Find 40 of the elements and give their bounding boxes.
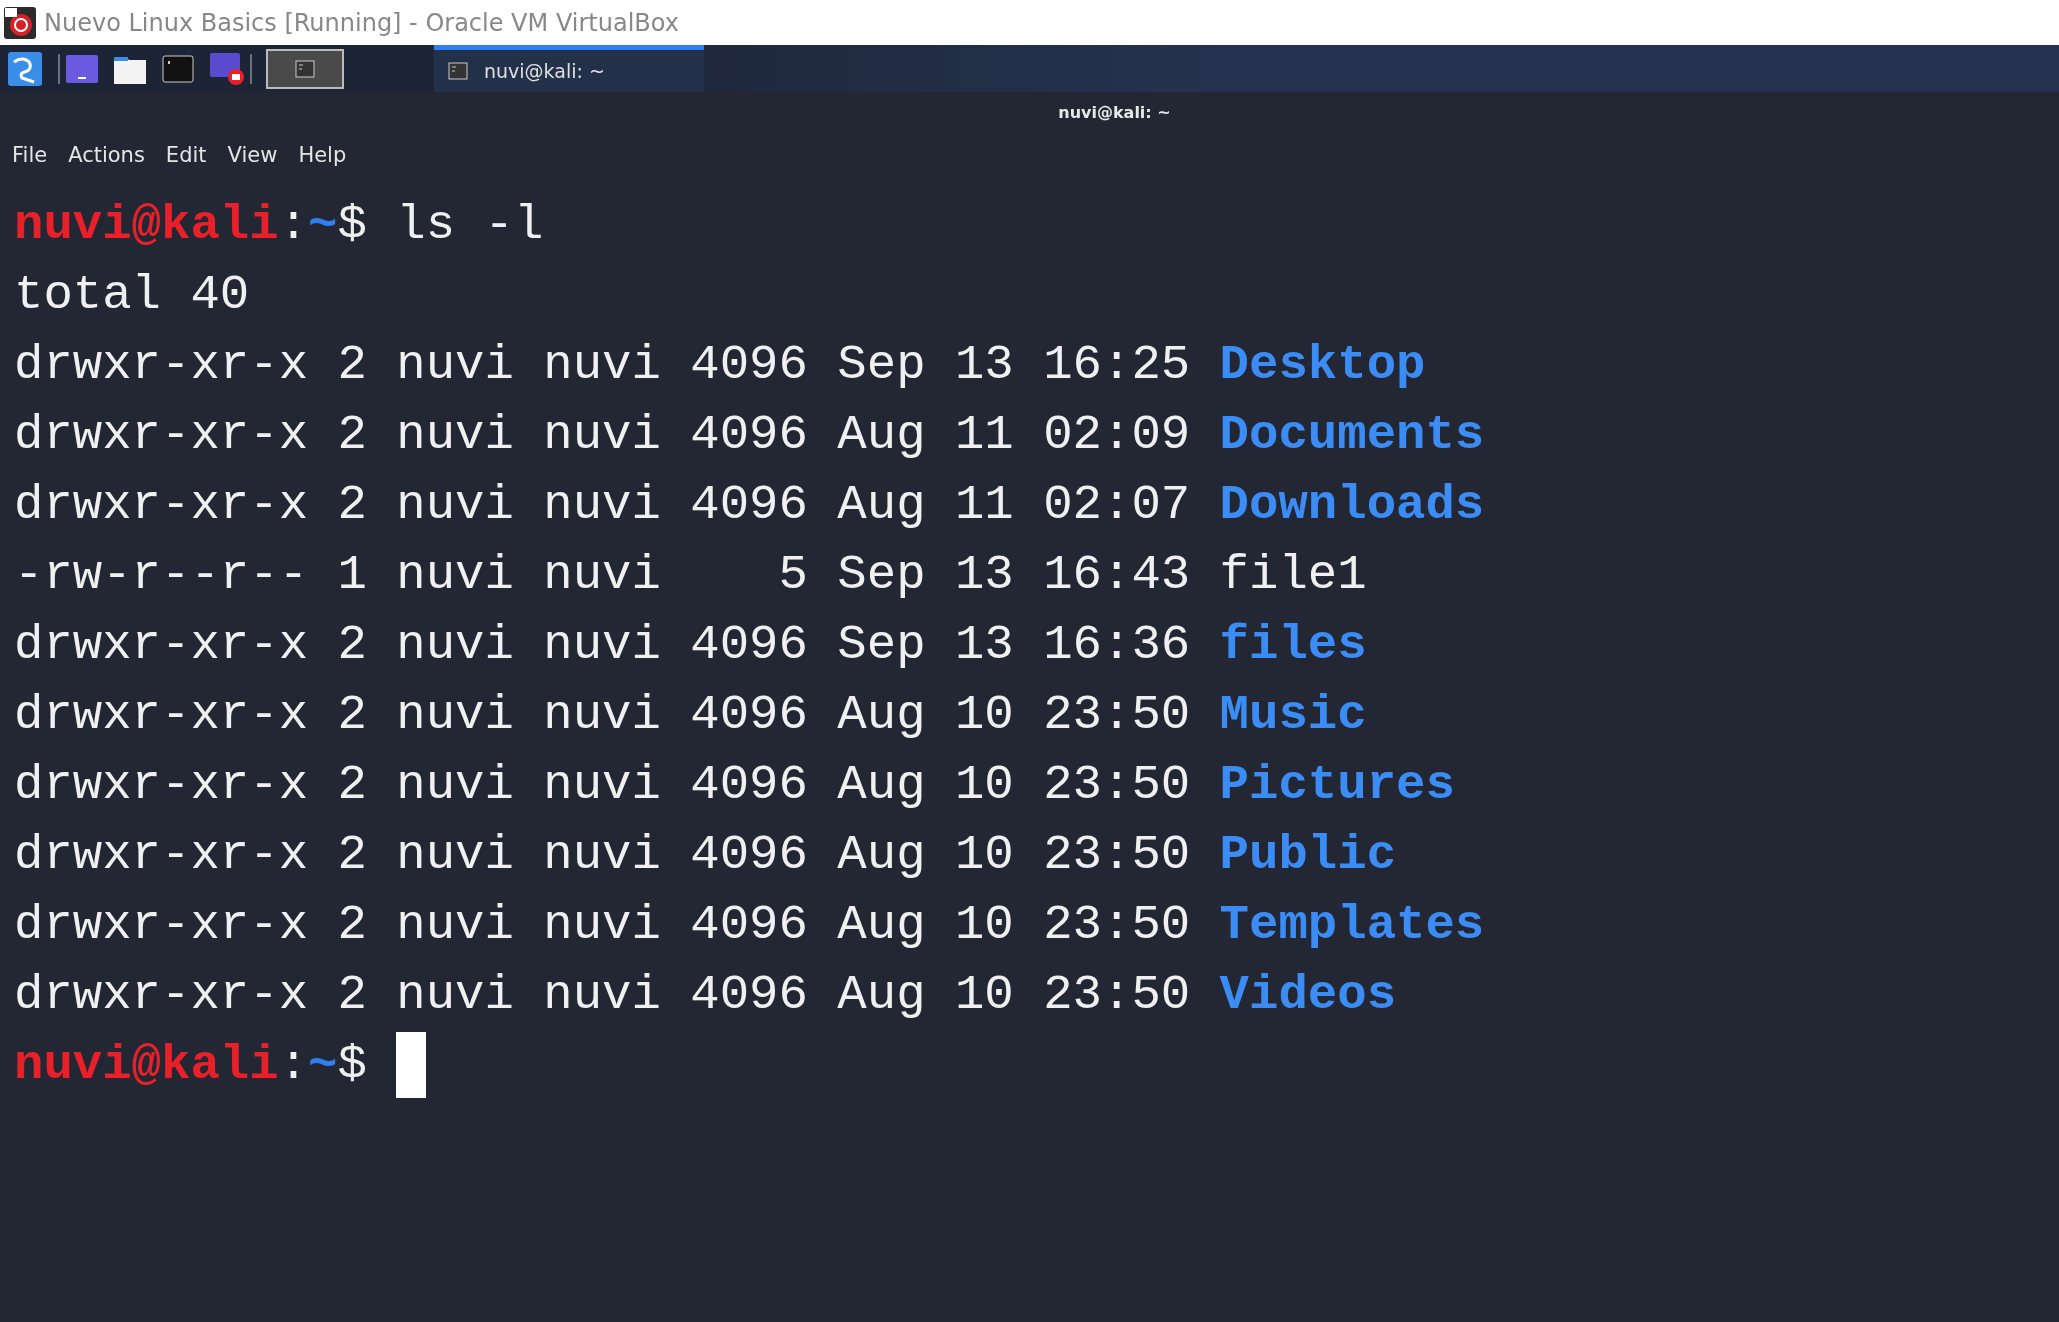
command-text: ls -l	[396, 195, 544, 255]
terminal-title: nuvi@kali: ~	[1058, 102, 1171, 124]
app-logo-icon	[4, 6, 36, 39]
menu-item[interactable]: Edit	[157, 140, 220, 172]
directory-name: Pictures	[1219, 755, 1455, 815]
prompt-text: nuvi@kali:~$	[14, 195, 367, 255]
terminal-icon[interactable]	[162, 54, 194, 83]
file-info-text: -rw-r--r-- 1 nuvi nuvi 5 Sep 13 16:43	[14, 545, 1191, 605]
task-button[interactable]: nuvi@kali: ~	[434, 45, 704, 92]
directory-name: Music	[1219, 685, 1367, 745]
terminal-icon	[448, 62, 468, 80]
directory-name: Documents	[1219, 405, 1485, 465]
directory-name: Public	[1219, 825, 1397, 885]
output-text: total 40	[14, 265, 250, 325]
directory-name: Templates	[1219, 895, 1485, 955]
file-info-text: drwxr-xr-x 2 nuvi nuvi 4096 Sep 13 16:25	[14, 335, 1191, 395]
menu-item[interactable]: View	[219, 140, 291, 172]
window-title: Nuevo Linux Basics [Running] - Oracle VM VirtualBox	[44, 7, 679, 39]
file-info-text: drwxr-xr-x 2 nuvi nuvi 4096 Aug 10 23:50	[14, 755, 1191, 815]
directory-name: Downloads	[1219, 475, 1485, 535]
dragon-menu-icon[interactable]	[8, 51, 42, 86]
directory-name: files	[1219, 615, 1367, 675]
file-info-text: drwxr-xr-x 2 nuvi nuvi 4096 Aug 11 02:07	[14, 475, 1191, 535]
file-info-text: drwxr-xr-x 2 nuvi nuvi 4096 Sep 13 16:36	[14, 615, 1191, 675]
file-info-text: drwxr-xr-x 2 nuvi nuvi 4096 Aug 10 23:50	[14, 825, 1191, 885]
menu-item[interactable]: Help	[290, 140, 360, 172]
directory-name: Videos	[1219, 965, 1397, 1025]
terminal-icon	[295, 59, 315, 78]
file-info-text: drwxr-xr-x 2 nuvi nuvi 4096 Aug 11 02:09	[14, 405, 1191, 465]
screen-recorder-icon[interactable]	[210, 52, 244, 85]
desktop-icon[interactable]	[66, 54, 98, 83]
file-name: file1	[1219, 545, 1367, 605]
workspace-button[interactable]	[266, 48, 344, 89]
file-info-text: drwxr-xr-x 2 nuvi nuvi 4096 Aug 10 23:50	[14, 965, 1191, 1025]
file-info-text: drwxr-xr-x 2 nuvi nuvi 4096 Aug 10 23:50	[14, 685, 1191, 745]
file-info-text: drwxr-xr-x 2 nuvi nuvi 4096 Aug 10 23:50	[14, 895, 1191, 955]
menu-item[interactable]: File	[4, 140, 61, 172]
menu-item[interactable]: Actions	[60, 140, 158, 172]
directory-name: Desktop	[1219, 335, 1426, 395]
prompt-text: nuvi@kali:~$	[14, 1035, 367, 1095]
